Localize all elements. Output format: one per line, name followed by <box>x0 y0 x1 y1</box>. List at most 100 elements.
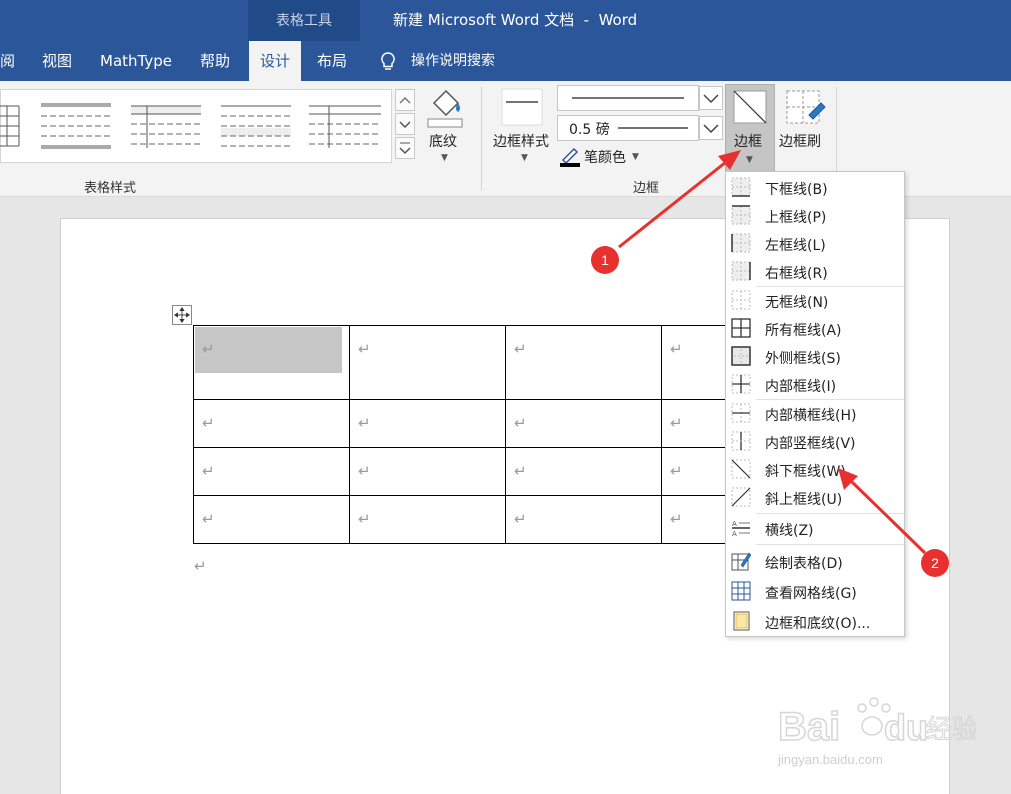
pen-color-dropdown-caret[interactable]: ▼ <box>632 152 639 162</box>
table-tools-context-tab: 表格工具 <box>248 0 360 41</box>
borders-dropdown-caret[interactable]: ▼ <box>746 155 753 165</box>
tab-mathtype[interactable]: MathType <box>100 41 172 81</box>
pen-color-icon[interactable] <box>559 145 581 167</box>
table-style-item[interactable] <box>309 100 385 152</box>
borders-dropdown-menu: 下框线(B) 上框线(P) 左框线(L) 右框线(R) 无框线(N) 所有框线(… <box>725 171 905 637</box>
table-cell[interactable]: ↵ <box>193 495 350 544</box>
table-cell[interactable]: ↵ <box>505 495 662 544</box>
menu-item-all-borders[interactable]: 所有框线(A) <box>726 315 904 343</box>
paragraph-mark: ↵ <box>358 414 371 432</box>
table-cell[interactable]: ↵ <box>505 399 662 448</box>
table-tools-label: 表格工具 <box>276 13 332 29</box>
svg-text:A: A <box>732 520 737 528</box>
menu-item-right-border[interactable]: 右框线(R) <box>726 258 904 286</box>
table-style-item[interactable] <box>131 100 203 152</box>
menu-item-diagonal-down-border[interactable]: 斜下框线(W) <box>726 456 904 484</box>
tab-review[interactable]: 阅 <box>0 41 22 81</box>
menu-item-label: 上框线(P) <box>765 210 827 226</box>
paragraph-mark: ↵ <box>202 414 215 432</box>
menu-item-label: 斜下框线(W) <box>765 464 846 480</box>
paragraph-mark: ↵ <box>514 340 527 358</box>
border-style-preview-icon <box>501 88 543 126</box>
paragraph-mark: ↵ <box>358 462 371 480</box>
menu-item-diagonal-up-border[interactable]: 斜上框线(U) <box>726 484 904 512</box>
borders-label: 边框 <box>734 134 762 150</box>
menu-item-label: 斜上框线(U) <box>765 492 843 508</box>
cell-selection-highlight <box>195 327 342 373</box>
menu-item-bottom-border[interactable]: 下框线(B) <box>726 174 904 202</box>
menu-item-label: 外侧框线(S) <box>765 351 841 367</box>
svg-text:du: du <box>884 707 928 748</box>
menu-item-borders-and-shading[interactable]: 边框和底纹(O)... <box>726 608 904 636</box>
menu-item-inside-borders[interactable]: 内部框线(I) <box>726 371 904 399</box>
diagonal-down-border-icon <box>731 459 751 479</box>
pen-color-button[interactable]: 笔颜色 <box>584 147 626 167</box>
no-border-icon <box>731 290 751 310</box>
menu-item-left-border[interactable]: 左框线(L) <box>726 230 904 258</box>
table-cell[interactable]: ↵ <box>349 399 506 448</box>
table-cell[interactable]: ↵ <box>505 447 662 496</box>
table-cell[interactable]: ↵ <box>349 447 506 496</box>
menu-separator <box>756 513 904 514</box>
menu-item-view-gridlines[interactable]: 查看网格线(G) <box>726 578 904 606</box>
gallery-scroll-up[interactable] <box>395 89 415 111</box>
gallery-more[interactable] <box>395 137 415 159</box>
line-weight-dropdown[interactable] <box>699 116 723 140</box>
menu-item-no-border[interactable]: 无框线(N) <box>726 287 904 315</box>
gallery-scroll-down[interactable] <box>395 113 415 135</box>
line-style-dropdown[interactable] <box>699 86 723 110</box>
tab-design[interactable]: 设计 <box>249 41 301 81</box>
paint-bucket-icon <box>427 89 463 128</box>
borders-group-label: 边框 <box>633 181 660 196</box>
bottom-border-icon <box>731 177 751 197</box>
table-cell[interactable]: ↵ <box>349 495 506 544</box>
menu-item-label: 所有框线(A) <box>765 323 842 339</box>
table-styles-group-label: 表格样式 <box>84 181 137 196</box>
table-styles-gallery <box>0 89 392 163</box>
paragraph-mark: ↵ <box>670 462 683 480</box>
borders-shading-icon <box>733 611 750 631</box>
table-cell[interactable]: ↵ <box>193 399 350 448</box>
annotation-badge-1: 1 <box>591 246 619 274</box>
table-cell[interactable]: ↵ <box>505 325 662 400</box>
menu-item-inside-vertical-border[interactable]: 内部竖框线(V) <box>726 428 904 456</box>
menu-item-outside-borders[interactable]: 外侧框线(S) <box>726 343 904 371</box>
menu-item-inside-horizontal-border[interactable]: 内部横框线(H) <box>726 400 904 428</box>
table-style-item[interactable] <box>41 100 113 152</box>
paragraph-mark: ↵ <box>670 340 683 358</box>
table-cell[interactable]: ↵ <box>193 447 350 496</box>
table-cell[interactable]: ↵ <box>349 325 506 400</box>
chevron-down-icon <box>703 94 719 104</box>
border-painter-button[interactable] <box>779 85 831 171</box>
line-weight-value: 0.5 磅 <box>569 122 610 138</box>
menu-item-top-border[interactable]: 上框线(P) <box>726 202 904 230</box>
lightbulb-icon[interactable] <box>378 51 398 73</box>
table-style-item[interactable] <box>221 100 293 152</box>
table-cell[interactable]: ↵ <box>193 325 350 400</box>
paragraph-mark: ↵ <box>194 557 207 575</box>
draw-table-icon <box>731 552 751 571</box>
chevron-down-icon <box>399 121 411 129</box>
menu-item-horizontal-line[interactable]: AA 横线(Z) <box>726 515 904 543</box>
menu-item-label: 查看网格线(G) <box>765 586 857 602</box>
paragraph-mark: ↵ <box>202 510 215 528</box>
table-style-item[interactable] <box>0 100 21 152</box>
border-styles-dropdown-caret[interactable]: ▼ <box>521 153 528 163</box>
inside-horizontal-border-icon <box>731 403 751 423</box>
outside-borders-icon <box>731 346 751 366</box>
menu-item-draw-table[interactable]: 绘制表格(D) <box>726 548 904 576</box>
tab-layout[interactable]: 布局 <box>317 41 347 81</box>
table-move-handle-icon[interactable] <box>172 305 192 325</box>
tab-view[interactable]: 视图 <box>42 41 72 81</box>
tab-help[interactable]: 帮助 <box>200 41 230 81</box>
more-icon <box>399 142 411 155</box>
paragraph-mark: ↵ <box>358 340 371 358</box>
line-style-combo[interactable] <box>557 85 699 111</box>
tell-me-search[interactable]: 操作说明搜索 <box>411 41 495 81</box>
shading-dropdown-caret[interactable]: ▼ <box>441 153 448 163</box>
svg-text:Bai: Bai <box>778 705 840 749</box>
menu-item-label: 右框线(R) <box>765 266 828 282</box>
paragraph-mark: ↵ <box>670 414 683 432</box>
paragraph-mark: ↵ <box>202 340 215 358</box>
watermark-url: jingyan.baidu.com <box>778 752 883 767</box>
